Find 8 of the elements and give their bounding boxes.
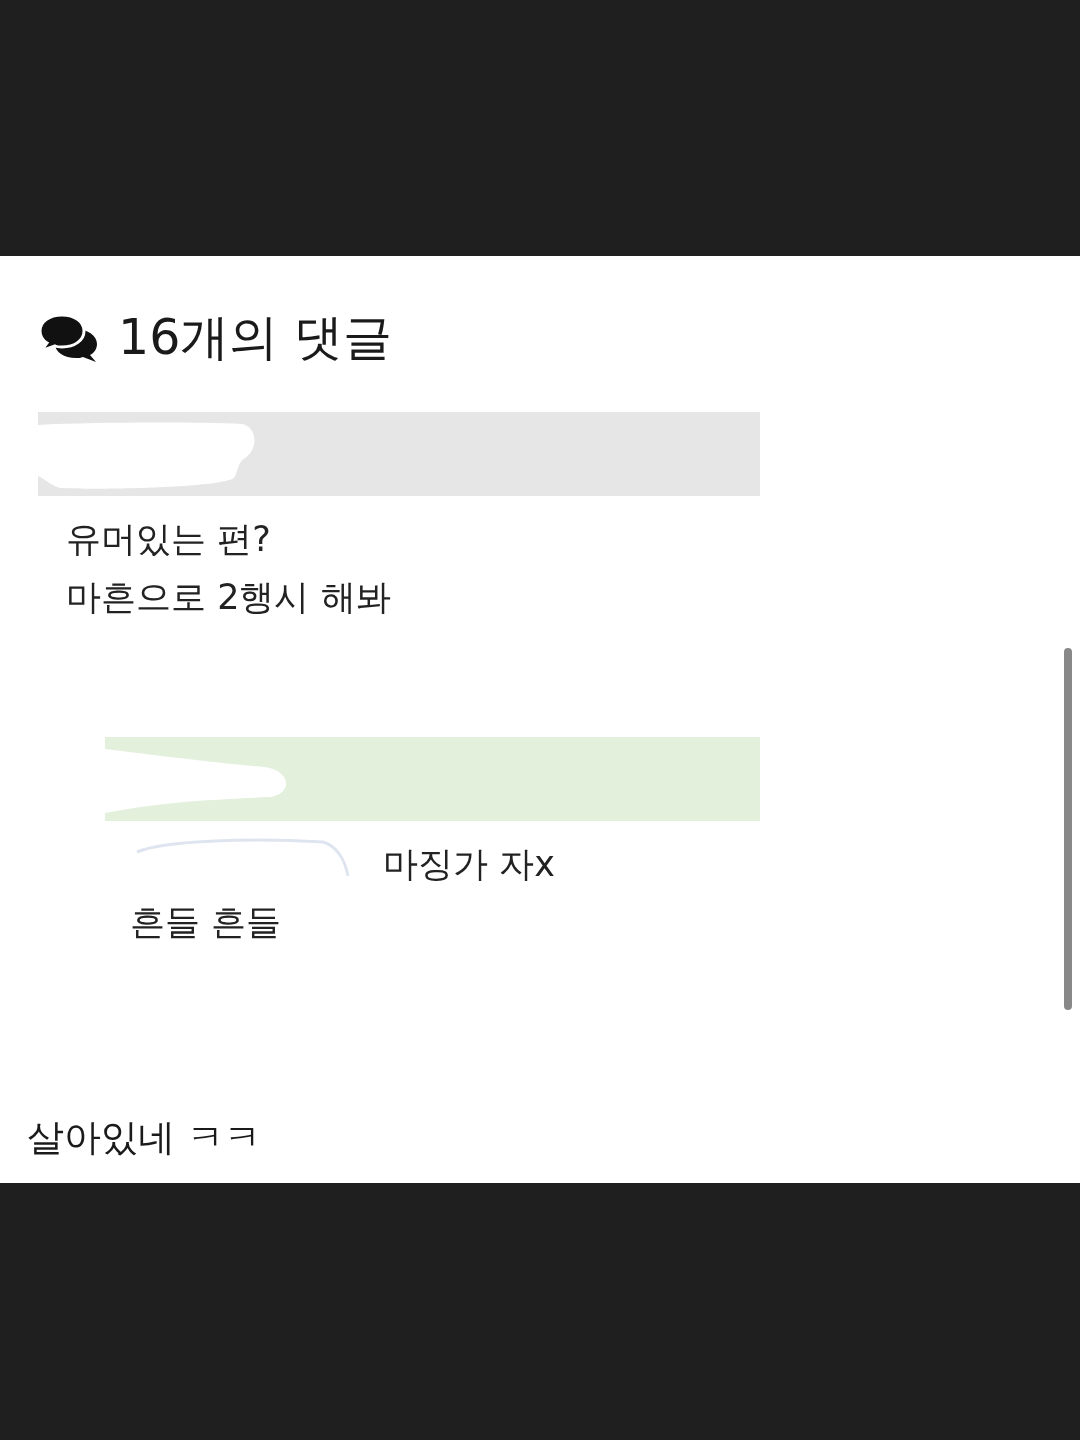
scrollbar-thumb[interactable] bbox=[1064, 648, 1072, 1010]
comments-count-title: 16개의 댓글 bbox=[118, 308, 392, 368]
speech-bubbles-icon bbox=[38, 313, 98, 363]
comment-text: 흔들 흔들 bbox=[130, 901, 282, 944]
caption-text: 살아있네 ㅋㅋ bbox=[27, 1115, 261, 1161]
comment-text: 유머있는 편? bbox=[66, 518, 271, 561]
comment-text: 마흔으로 2행시 해봐 bbox=[66, 576, 391, 619]
comment-text: 마징가 자x bbox=[383, 843, 555, 886]
